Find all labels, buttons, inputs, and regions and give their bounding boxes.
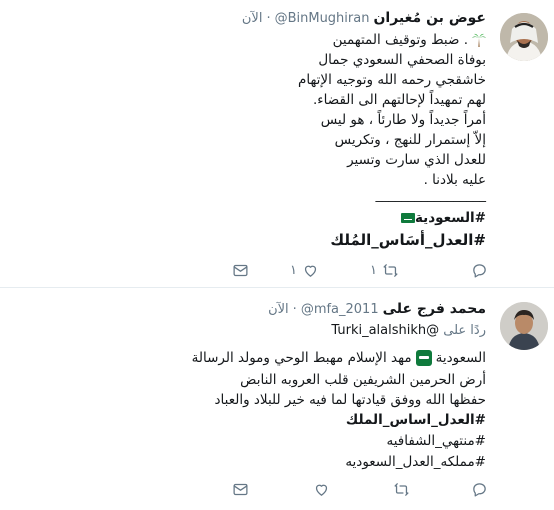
tweet-text-line: بوفاة الصحفي السعودي جمال bbox=[318, 52, 486, 68]
direct-message-button[interactable] bbox=[232, 262, 249, 279]
avatar-image bbox=[500, 13, 548, 61]
handle[interactable]: @BinMughiran bbox=[275, 11, 370, 26]
like-button[interactable] bbox=[313, 481, 330, 498]
tweet-text-line: . ضبط وتوقيف المتهمين bbox=[333, 30, 486, 50]
envelope-icon bbox=[233, 483, 248, 496]
avatar-image bbox=[500, 302, 548, 350]
retweet-icon bbox=[383, 264, 398, 277]
hashtag[interactable]: #السعودية bbox=[415, 210, 486, 226]
like-count: ١ bbox=[290, 263, 297, 278]
tweet-header: عوض بن مُغيران @BinMughiran · الآن bbox=[242, 8, 486, 28]
hashtag[interactable]: #مملكه_العدل_السعوديه bbox=[345, 452, 486, 472]
heart-icon bbox=[315, 484, 328, 496]
tweet-text-line: لهم تمهيداً لإحالتهم الى القضاء. bbox=[312, 92, 486, 108]
envelope-icon bbox=[233, 264, 248, 277]
like-button[interactable]: ١ bbox=[290, 262, 319, 279]
tweet-text-line: للعدل الذي سارت وتسير bbox=[347, 152, 486, 168]
saudi-flag-icon bbox=[415, 350, 432, 366]
tweet-text-line: حفظها الله ووفق قيادتها لما فيه خير للبل… bbox=[214, 392, 486, 408]
mention-link[interactable]: @Turki_alalshikh bbox=[331, 323, 439, 338]
divider-text: _________________ bbox=[375, 188, 487, 203]
reply-context: ردًا على @Turki_alalshikh bbox=[331, 323, 486, 338]
tweet-text-line: السعوديةمهد الإسلام مهبط الوحي ومولد الر… bbox=[191, 350, 486, 366]
handle[interactable]: @mfa_2011 bbox=[301, 302, 379, 317]
reply-button[interactable] bbox=[471, 262, 488, 279]
retweet-count: ١ bbox=[370, 263, 377, 278]
hashtag[interactable]: #منتهي_الشفافيه bbox=[386, 431, 486, 451]
tweet-text-line: أمراً جديداً ولا طارئاً ، هو ليس bbox=[320, 112, 486, 128]
separator: · bbox=[292, 301, 297, 317]
heart-icon bbox=[304, 265, 317, 277]
display-name[interactable]: محمد فرج على bbox=[383, 301, 486, 317]
reply-button[interactable] bbox=[471, 481, 488, 498]
tweet-text-line: إلاّ إستمرار للنهج ، وتكريس bbox=[334, 132, 486, 148]
direct-message-button[interactable] bbox=[232, 481, 249, 498]
hashtag[interactable]: #العدل_اساس_الملك bbox=[346, 410, 486, 430]
timestamp[interactable]: الآن bbox=[268, 302, 289, 317]
hashtag-line: #السعودية bbox=[397, 208, 486, 228]
display-name[interactable]: عوض بن مُغيران bbox=[373, 10, 486, 26]
retweet-icon bbox=[394, 483, 409, 496]
hashtag[interactable]: #العدل_أسَاس_المُلك bbox=[330, 230, 486, 250]
separator: · bbox=[266, 10, 271, 26]
palm-tree-icon bbox=[472, 33, 486, 47]
tweet-text-line: خاشقجي رحمه الله وتوجيه الإتهام bbox=[297, 72, 486, 88]
avatar[interactable] bbox=[500, 13, 548, 61]
reply-prefix: ردًا على bbox=[443, 323, 486, 338]
saudi-flag-icon bbox=[400, 213, 415, 223]
reply-icon bbox=[473, 264, 486, 278]
timestamp[interactable]: الآن bbox=[242, 11, 263, 26]
reply-icon bbox=[473, 483, 486, 497]
avatar[interactable] bbox=[500, 302, 548, 350]
tweet-header: محمد فرج على @mfa_2011 · الآن bbox=[268, 299, 486, 319]
retweet-button[interactable]: ١ bbox=[370, 262, 399, 279]
tweet-text-line: أرض الحرمين الشريفين قلب العروبه النابض bbox=[240, 372, 486, 388]
retweet-button[interactable] bbox=[393, 481, 410, 498]
